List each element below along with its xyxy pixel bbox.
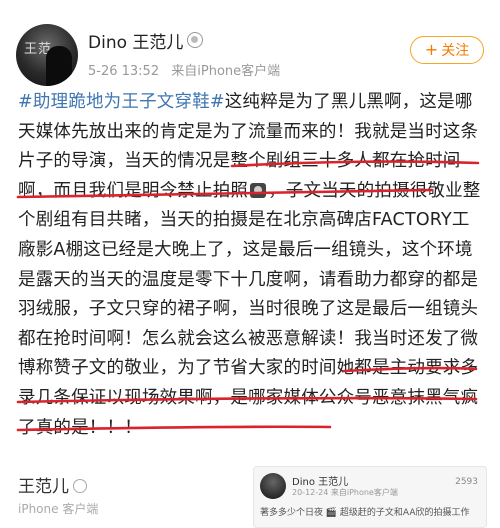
avatar-figure — [46, 46, 72, 86]
post-header: 王范 Dino 王范儿 5-26 13:52 来自iPhone客户端 + 关注 — [0, 0, 500, 90]
post-source: 来自iPhone客户端 — [171, 64, 281, 79]
repost-user: 王范儿 — [18, 472, 87, 497]
plus-icon: + — [424, 40, 439, 59]
post-body: #助理跪地为王子文穿鞋#这纯粹是为了黑儿黑啊，这是哪天媒体先放出来的肯定是为了流… — [18, 88, 486, 443]
user-name[interactable]: Dino 王范儿 — [88, 28, 183, 53]
quoted-count: 2593 — [455, 477, 478, 487]
embedded-repost[interactable]: 王范儿 iPhone 客户端 Dino 王范儿 20-12-24 来自iPhon… — [0, 462, 500, 528]
post-text-3: ，子文当天的拍摄很敬业整个剧组有目共睹，当天的拍摄是在北京高碑店FACTORY工… — [18, 180, 481, 349]
post-date: 5-26 13:52 — [88, 64, 160, 79]
post-meta: 5-26 13:52 来自iPhone客户端 — [88, 60, 288, 79]
quoted-avatar — [260, 473, 286, 499]
hashtag-link[interactable]: #助理跪地为王子文穿鞋# — [18, 92, 225, 112]
follow-label: 关注 — [441, 43, 470, 59]
quoted-text: 著多多少个日夜 🎬 超级赶的子文和AA欣的拍摄工作 — [260, 508, 470, 518]
camera-icon — [250, 182, 267, 198]
repost-user-name[interactable]: 王范儿 — [18, 477, 69, 497]
quoted-meta: 20-12-24 来自iPhone客户端 — [292, 488, 398, 497]
name-row: Dino 王范儿 — [88, 28, 204, 53]
medal-badge-icon — [73, 479, 87, 493]
quoted-user-name: Dino 王范儿 — [292, 477, 349, 488]
quoted-post-card[interactable]: Dino 王范儿 20-12-24 来自iPhone客户端 2593 著多多少个… — [253, 466, 487, 528]
follow-button[interactable]: + 关注 — [410, 36, 484, 64]
user-avatar[interactable]: 王范 — [16, 24, 78, 86]
medal-badge-icon — [187, 32, 204, 48]
